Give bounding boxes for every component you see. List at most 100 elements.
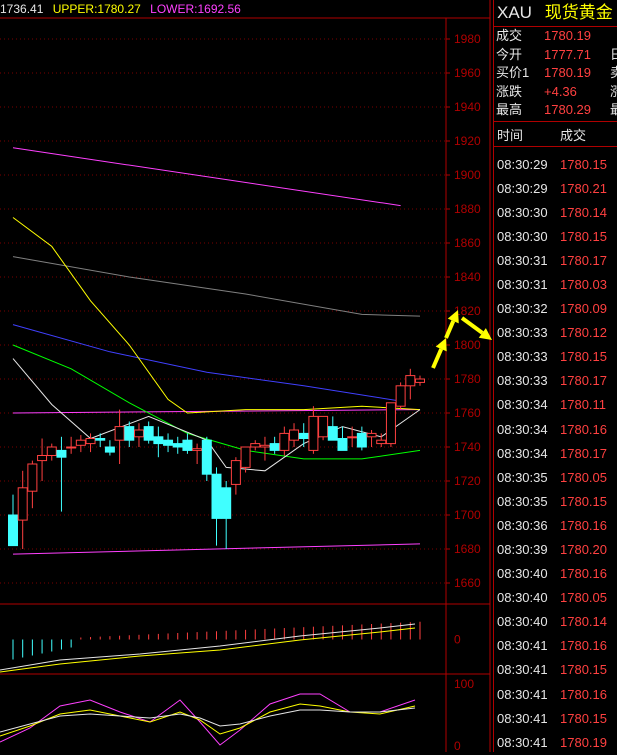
boll-mid-label: 1736.41 bbox=[0, 2, 44, 16]
tick-price: 1780.15 bbox=[560, 228, 607, 244]
annotation-arrow-shaft bbox=[444, 320, 456, 339]
tick-time: 08:30:35 bbox=[497, 469, 548, 485]
quote-label: 涨跌 bbox=[496, 83, 523, 99]
candle-body bbox=[356, 432, 367, 448]
indicator-header: 1736.41 UPPER:1780.27 LOWER:1692.56 bbox=[0, 0, 492, 18]
price-chart-area[interactable]: 1980 1960 1940 1920 1900 1880 1860 1840 1820 1800… bbox=[0, 0, 492, 752]
candle-body bbox=[201, 439, 212, 475]
tick-row: 08:30:40 1780.05 bbox=[494, 586, 617, 610]
candle-body bbox=[405, 375, 416, 387]
candle-body bbox=[298, 432, 309, 439]
tick-price: 1780.15 bbox=[560, 493, 607, 509]
tick-time: 08:30:29 bbox=[497, 180, 548, 196]
annotation-arrow-shaft bbox=[431, 348, 444, 369]
tick-time: 08:30:40 bbox=[497, 566, 548, 582]
tick-time: 08:30:41 bbox=[497, 638, 548, 654]
candle-body bbox=[27, 463, 38, 492]
tick-time: 08:30:36 bbox=[497, 517, 548, 533]
boll-lower-label: LOWER:1692.56 bbox=[150, 2, 241, 16]
candle-body bbox=[37, 455, 48, 462]
tick-time: 08:30:34 bbox=[497, 421, 548, 437]
y-tick-label: 1980 bbox=[454, 32, 481, 46]
kline-chart-svg[interactable]: 1980196019401920190018801860184018201800… bbox=[0, 0, 492, 752]
tick-row: 08:30:41 1780.15 bbox=[494, 658, 617, 682]
indicator-line bbox=[12, 256, 421, 317]
tick-row: 08:30:39 1780.20 bbox=[494, 538, 617, 562]
y-tick-label: 1880 bbox=[454, 202, 481, 216]
quote-value: 1780.29 bbox=[544, 102, 591, 117]
indicator-line bbox=[12, 217, 421, 414]
candle-body bbox=[289, 429, 300, 441]
tick-price: 1780.15 bbox=[560, 349, 607, 365]
tick-price: 1780.19 bbox=[560, 734, 607, 750]
y-tick-label: 1920 bbox=[454, 134, 481, 148]
tick-price: 1780.15 bbox=[560, 662, 607, 678]
candle-body bbox=[114, 426, 125, 441]
tick-time: 08:30:40 bbox=[497, 614, 548, 630]
quote-label: 买价1 bbox=[496, 65, 530, 80]
quote-row: 最高 1780.29 最 bbox=[494, 101, 617, 120]
candle-body bbox=[17, 487, 28, 521]
tick-row: 08:30:41 1780.16 bbox=[494, 634, 617, 658]
tick-row: 08:30:33 1780.15 bbox=[494, 345, 617, 369]
tick-time: 08:30:41 bbox=[497, 710, 548, 726]
candle-body bbox=[337, 438, 348, 451]
candle-body bbox=[56, 449, 67, 458]
tick-time: 08:30:32 bbox=[497, 301, 548, 317]
y-tick-label: 1680 bbox=[454, 542, 481, 556]
candle-body bbox=[95, 438, 106, 441]
quote-label: 最高 bbox=[496, 102, 523, 117]
tick-list[interactable]: 08:30:29 1780.15 08:30:29 1780.21 08:30:30 17… bbox=[494, 153, 617, 755]
tick-price: 1780.16 bbox=[560, 421, 607, 437]
quote-row: 成交 1780.19 bbox=[494, 27, 617, 46]
candle-body bbox=[259, 444, 270, 448]
tick-row: 08:30:34 1780.17 bbox=[494, 442, 617, 466]
tick-price: 1780.16 bbox=[560, 638, 607, 654]
candle-body bbox=[240, 446, 251, 468]
y-tick-label: 1800 bbox=[454, 338, 481, 352]
candle-body bbox=[153, 436, 164, 445]
quote-extra-label: 日 bbox=[610, 46, 617, 62]
tick-row: 08:30:32 1780.09 bbox=[494, 297, 617, 321]
y-tick-label: 1960 bbox=[454, 66, 481, 80]
symbol-title[interactable]: XAU 现货黄金 bbox=[494, 0, 617, 27]
tick-time: 08:30:39 bbox=[497, 542, 548, 557]
tick-price: 1780.16 bbox=[560, 686, 607, 702]
ticks-header-time: 时间 bbox=[497, 127, 524, 143]
y-tick-label: 1760 bbox=[454, 406, 481, 420]
tick-row: 08:30:29 1780.15 bbox=[494, 153, 617, 177]
quote-row: 今开 1777.71 日 bbox=[494, 46, 617, 65]
candle-body bbox=[66, 446, 77, 449]
candle-body bbox=[385, 402, 396, 445]
quote-extra-label: 最 bbox=[610, 102, 617, 117]
quote-row: 买价1 1780.19 卖 bbox=[494, 64, 617, 83]
tick-price: 1780.16 bbox=[560, 566, 607, 582]
tick-price: 1780.15 bbox=[560, 710, 607, 726]
y-tick-label: 1660 bbox=[454, 576, 481, 590]
candle-body bbox=[46, 446, 57, 456]
indicator-line bbox=[12, 147, 401, 207]
candle-body bbox=[75, 439, 86, 446]
tick-time: 08:30:41 bbox=[497, 686, 548, 702]
candle-body bbox=[395, 385, 406, 407]
candle-body bbox=[308, 415, 319, 451]
tick-row: 08:30:33 1780.12 bbox=[494, 321, 617, 345]
candle-body bbox=[163, 439, 174, 446]
y-tick-label: 1700 bbox=[454, 508, 481, 522]
quote-panel: XAU 现货黄金 成交 1780.19 今开 1777.71 日买价1 1780.19 卖涨… bbox=[493, 0, 617, 752]
tick-time: 08:30:34 bbox=[497, 397, 548, 413]
tick-price: 1780.16 bbox=[560, 517, 607, 533]
quote-extra-label: 涨 bbox=[610, 83, 617, 99]
y-tick-label: 1860 bbox=[454, 236, 481, 250]
tick-time: 08:30:41 bbox=[497, 734, 548, 750]
candle-body bbox=[85, 438, 96, 445]
tick-price: 1780.14 bbox=[560, 614, 607, 630]
tick-row: 08:30:40 1780.16 bbox=[494, 562, 617, 586]
tick-price: 1780.17 bbox=[560, 445, 607, 461]
quote-value: 1780.19 bbox=[544, 28, 591, 43]
tick-row: 08:30:30 1780.15 bbox=[494, 225, 617, 249]
candle-body bbox=[318, 415, 329, 438]
symbol-code: XAU bbox=[497, 3, 532, 22]
candle-body bbox=[192, 448, 203, 451]
candle-body bbox=[104, 446, 115, 453]
